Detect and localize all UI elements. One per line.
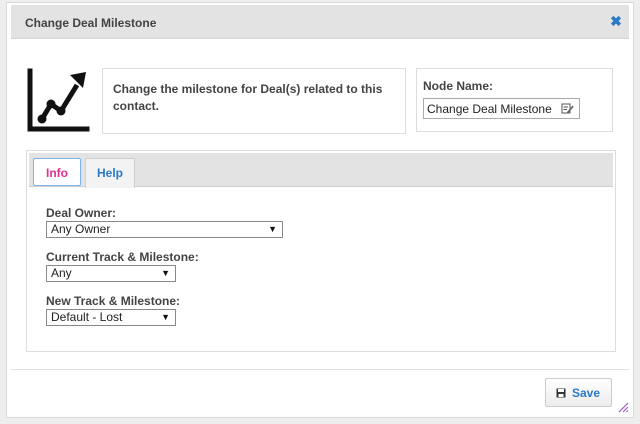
dropdown-arrow-icon: ▼: [161, 312, 170, 322]
description-text: Change the milestone for Deal(s) related…: [113, 82, 383, 113]
save-button[interactable]: Save: [545, 378, 612, 407]
change-deal-milestone-dialog: Change Deal Milestone ✖ Change the miles…: [6, 2, 634, 418]
dropdown-arrow-icon: ▼: [268, 224, 277, 234]
current-track-label: Current Track & Milestone:: [46, 250, 199, 264]
tab-bar: Info Help: [29, 153, 613, 188]
current-track-select[interactable]: Any ▼: [46, 265, 176, 282]
current-track-value: Any: [51, 266, 72, 280]
dropdown-arrow-icon: ▼: [161, 268, 170, 278]
save-label: Save: [572, 386, 601, 400]
resize-grip-icon[interactable]: [617, 401, 629, 413]
deal-owner-label: Deal Owner:: [46, 206, 117, 220]
dialog-title: Change Deal Milestone: [25, 16, 157, 30]
save-icon: [556, 388, 566, 398]
node-name-input[interactable]: [424, 99, 560, 118]
description-box: Change the milestone for Deal(s) related…: [102, 68, 406, 134]
chart-trend-icon: [27, 68, 90, 132]
tab-info[interactable]: Info: [33, 158, 81, 186]
close-icon[interactable]: ✖: [609, 14, 623, 28]
new-track-select[interactable]: Default - Lost ▼: [46, 309, 176, 326]
settings-panel: Info Help Deal Owner: Any Owner ▼ Curren…: [26, 150, 616, 352]
edit-icon[interactable]: [561, 102, 574, 115]
deal-owner-select[interactable]: Any Owner ▼: [46, 221, 283, 238]
node-name-box: Node Name:: [416, 68, 613, 132]
footer-divider: [11, 369, 629, 370]
dialog-titlebar: Change Deal Milestone ✖: [11, 5, 629, 39]
new-track-label: New Track & Milestone:: [46, 294, 181, 308]
node-name-label: Node Name:: [423, 79, 494, 93]
node-name-field: [423, 98, 580, 119]
new-track-value: Default - Lost: [51, 310, 123, 324]
tab-help[interactable]: Help: [85, 158, 135, 188]
deal-owner-value: Any Owner: [51, 222, 111, 236]
